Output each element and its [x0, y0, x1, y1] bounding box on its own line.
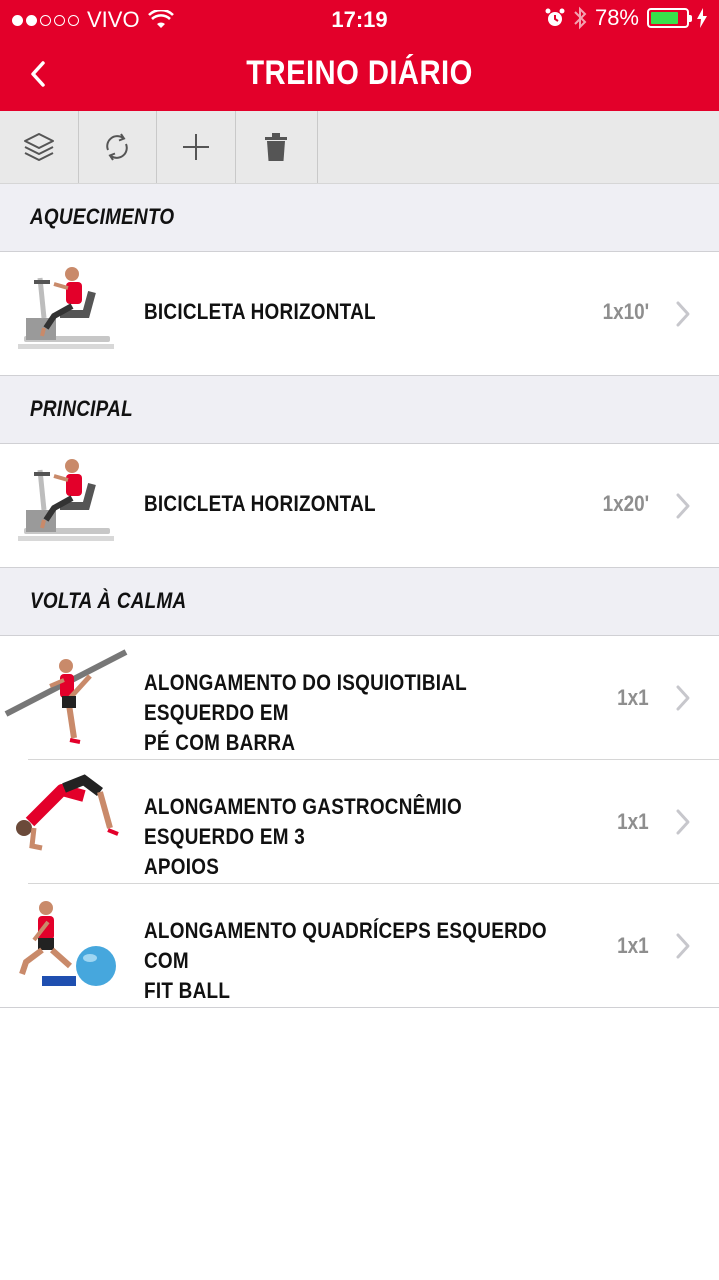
add-button[interactable] [157, 111, 236, 183]
section-header-principal: PRINCIPAL [0, 376, 719, 444]
status-right: 78% [545, 5, 707, 31]
chevron-right-icon [676, 809, 690, 835]
charging-icon [697, 8, 707, 28]
chevron-right-icon [676, 301, 690, 327]
exercise-name: ALONGAMENTO DO ISQUIOTIBIAL ESQUERDO EM … [144, 668, 548, 758]
hamstring-bar-stretch-image [4, 649, 128, 744]
bluetooth-icon [574, 6, 587, 30]
alarm-icon [545, 8, 565, 26]
section-header-volta-a-calma: VOLTA À CALMA [0, 568, 719, 636]
exercise-row[interactable]: BICICLETA HORIZONTAL 1x20' [0, 444, 719, 568]
page-title: TREINO DIÁRIO [246, 54, 473, 92]
section-title: VOLTA À CALMA [30, 588, 187, 613]
exercise-name-line-1: ALONGAMENTO GASTROCNÊMIO ESQUERDO EM 3 [144, 794, 463, 849]
chevron-right-icon [676, 933, 690, 959]
chevron-left-icon [31, 61, 45, 87]
exercise-name: ALONGAMENTO GASTROCNÊMIO ESQUERDO EM 3 A… [144, 792, 548, 882]
status-bar: VIVO 17:19 78% [0, 0, 719, 40]
quad-fitball-stretch-image [19, 901, 116, 986]
trash-icon [265, 133, 287, 161]
section-title: PRINCIPAL [30, 396, 133, 421]
nav-header: TREINO DIÁRIO [0, 40, 719, 111]
exercise-row[interactable]: ALONGAMENTO QUADRÍCEPS ESQUERDO COM FIT … [0, 884, 719, 1008]
exercise-name: BICICLETA HORIZONTAL [144, 491, 376, 516]
top-bar: VIVO 17:19 78% TREINO DIÁRIO [0, 0, 719, 111]
exercise-row[interactable]: BICICLETA HORIZONTAL 1x10' [0, 252, 719, 376]
exercise-list: AQUECIMENTO BICICLETA HORIZONTAL 1x10' P… [0, 184, 719, 1008]
exercise-name: ALONGAMENTO QUADRÍCEPS ESQUERDO COM FIT … [144, 916, 548, 1006]
chevron-right-icon [676, 685, 690, 711]
exercise-name-line-1: ALONGAMENTO DO ISQUIOTIBIAL ESQUERDO EM [144, 670, 467, 725]
toolbar [0, 111, 719, 184]
delete-button[interactable] [236, 111, 318, 183]
section-title: AQUECIMENTO [30, 204, 175, 229]
exercise-qty: 1x1 [617, 933, 649, 958]
chevron-right-icon [676, 493, 690, 519]
layers-button[interactable] [0, 111, 79, 183]
battery-fill [651, 12, 678, 24]
battery-percent: 78% [594, 5, 639, 30]
refresh-button[interactable] [79, 111, 157, 183]
exercise-name-line-2: APOIOS [144, 854, 220, 879]
layers-icon [23, 133, 54, 161]
exercise-name-line-1: ALONGAMENTO QUADRÍCEPS ESQUERDO COM [144, 918, 547, 973]
exercise-qty: 1x1 [617, 685, 649, 710]
exercise-name-line-2: PÉ COM BARRA [144, 730, 296, 755]
exercise-name: BICICLETA HORIZONTAL [144, 299, 376, 324]
exercise-row[interactable]: ALONGAMENTO GASTROCNÊMIO ESQUERDO EM 3 A… [0, 760, 719, 884]
plus-icon [182, 134, 209, 160]
exercise-name-line-2: FIT BALL [144, 978, 231, 1003]
exercise-qty: 1x20' [602, 491, 649, 516]
recumbent-bike-image [18, 267, 114, 349]
exercise-row[interactable]: ALONGAMENTO DO ISQUIOTIBIAL ESQUERDO EM … [0, 636, 719, 760]
refresh-icon [106, 133, 128, 161]
battery-icon [647, 8, 692, 28]
recumbent-bike-image [18, 459, 114, 541]
exercise-qty: 1x10' [602, 299, 649, 324]
exercise-qty: 1x1 [617, 809, 649, 834]
section-header-aquecimento: AQUECIMENTO [0, 184, 719, 252]
calf-stretch-image [16, 774, 119, 851]
